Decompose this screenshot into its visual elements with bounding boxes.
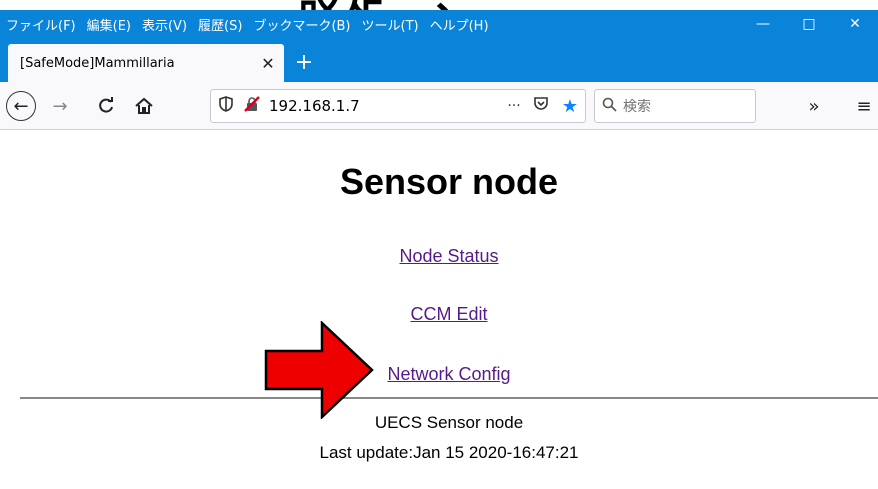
hamburger-menu-button[interactable]: ≡ xyxy=(848,90,878,122)
home-icon xyxy=(135,97,153,114)
back-button[interactable]: ← xyxy=(6,91,36,121)
horizontal-rule xyxy=(20,397,878,399)
maximize-button[interactable]: □ xyxy=(786,10,832,38)
home-button[interactable] xyxy=(128,90,160,122)
close-window-button[interactable]: ✕ xyxy=(832,10,878,38)
magnifier-icon xyxy=(595,97,623,116)
reload-button[interactable] xyxy=(90,90,122,122)
window-controls: — □ ✕ xyxy=(740,10,878,38)
pocket-icon[interactable] xyxy=(527,96,555,116)
menu-file[interactable]: ファイル(F) xyxy=(6,15,76,34)
menu-tools[interactable]: ツール(T) xyxy=(362,15,419,34)
tab-active[interactable]: [SafeMode]Mammillaria ✕ xyxy=(8,44,284,82)
tab-title: [SafeMode]Mammillaria xyxy=(20,55,175,71)
menu-edit[interactable]: 編集(E) xyxy=(87,15,131,34)
menu-bar: ファイル(F) 編集(E) 表示(V) 履歴(S) ブックマーク(B) ツール(… xyxy=(0,10,878,38)
new-tab-button[interactable]: + xyxy=(290,48,318,76)
overflow-button[interactable]: » xyxy=(798,90,830,122)
search-bar[interactable]: 検索 xyxy=(594,89,756,123)
ccm-edit-link[interactable]: CCM Edit xyxy=(0,304,878,325)
red-arrow-icon xyxy=(264,321,374,419)
star-icon[interactable]: ★ xyxy=(555,96,585,117)
network-config-link[interactable]: Network Config xyxy=(0,364,878,385)
footer-node-name: UECS Sensor node xyxy=(374,413,524,432)
reload-icon xyxy=(99,97,113,113)
menu-items: ファイル(F) 編集(E) 表示(V) 履歴(S) ブックマーク(B) ツール(… xyxy=(0,15,489,34)
menu-history[interactable]: 履歴(S) xyxy=(198,15,242,34)
menu-view[interactable]: 表示(V) xyxy=(142,15,187,34)
shield-icon[interactable] xyxy=(211,96,241,116)
tab-strip: [SafeMode]Mammillaria ✕ + xyxy=(0,38,878,82)
page-actions-button[interactable]: ··· xyxy=(501,98,527,114)
menu-help[interactable]: ヘルプ(H) xyxy=(430,15,489,34)
page-title: Sensor node xyxy=(339,161,559,202)
search-placeholder: 検索 xyxy=(623,99,651,115)
node-status-link[interactable]: Node Status xyxy=(0,246,878,267)
forward-button[interactable]: → xyxy=(44,90,76,122)
url-bar[interactable]: 192.168.1.7 ··· ★ xyxy=(210,89,586,123)
navigation-bar: ← → 192.168.1.7 ··· ★ 検索 » ≡ xyxy=(0,82,878,130)
footer-last-update: Last update:Jan 15 2020-16:47:21 xyxy=(319,443,579,462)
tab-close-icon[interactable]: ✕ xyxy=(252,54,284,73)
crossed-lock-icon[interactable] xyxy=(241,96,263,116)
menu-bookmarks[interactable]: ブックマーク(B) xyxy=(253,15,350,34)
minimize-button[interactable]: — xyxy=(740,10,786,38)
url-text[interactable]: 192.168.1.7 xyxy=(263,97,501,115)
page-content: Sensor node Node Status CCM Edit Network… xyxy=(0,131,878,489)
